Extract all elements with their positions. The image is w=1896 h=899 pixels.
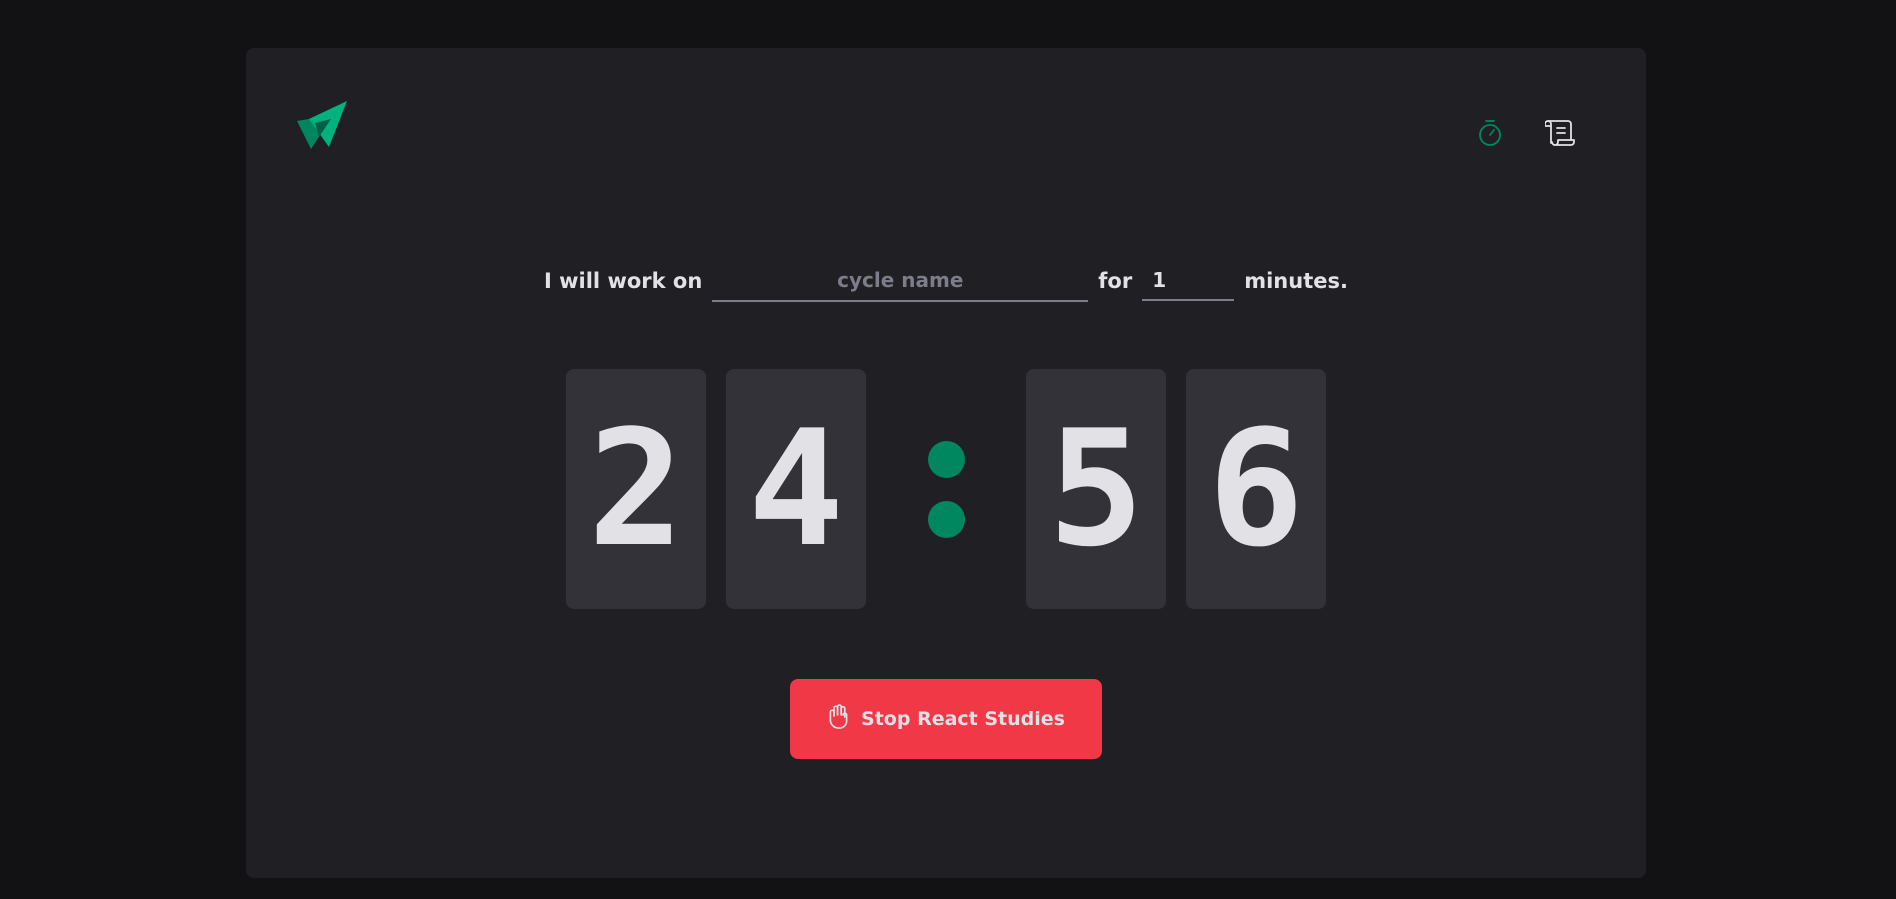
minutes-ones-digit: 4 (726, 369, 866, 609)
for-label: for (1098, 269, 1133, 293)
task-prefix-label: I will work on (544, 269, 703, 293)
task-name-input[interactable] (712, 260, 1089, 302)
seconds-tens-digit: 5 (1026, 369, 1166, 609)
nav-link-timer[interactable] (1466, 111, 1514, 159)
stop-cycle-button[interactable]: Stop React Studies (790, 679, 1102, 759)
timer-icon (1477, 119, 1503, 151)
minutes-tens-digit: 2 (566, 369, 706, 609)
header (246, 48, 1646, 208)
ignite-logo (295, 101, 347, 153)
minutes-amount-input[interactable] (1142, 261, 1235, 301)
countdown-separator (886, 369, 1006, 609)
stop-button-label: Stop React Studies (861, 708, 1065, 730)
countdown: 2 4 5 6 (246, 369, 1646, 609)
minutes-suffix-label: minutes. (1244, 269, 1348, 293)
hand-palm-icon (827, 703, 849, 735)
new-cycle-form: I will work on for minutes. (246, 260, 1646, 302)
scroll-icon (1544, 119, 1575, 151)
main-nav (1466, 111, 1584, 159)
app-container: I will work on for minutes. 2 4 5 6 Stop… (246, 48, 1646, 878)
separator-dot-top (927, 440, 965, 478)
nav-link-history[interactable] (1536, 111, 1584, 159)
separator-dot-bottom (927, 500, 965, 538)
seconds-ones-digit: 6 (1186, 369, 1326, 609)
